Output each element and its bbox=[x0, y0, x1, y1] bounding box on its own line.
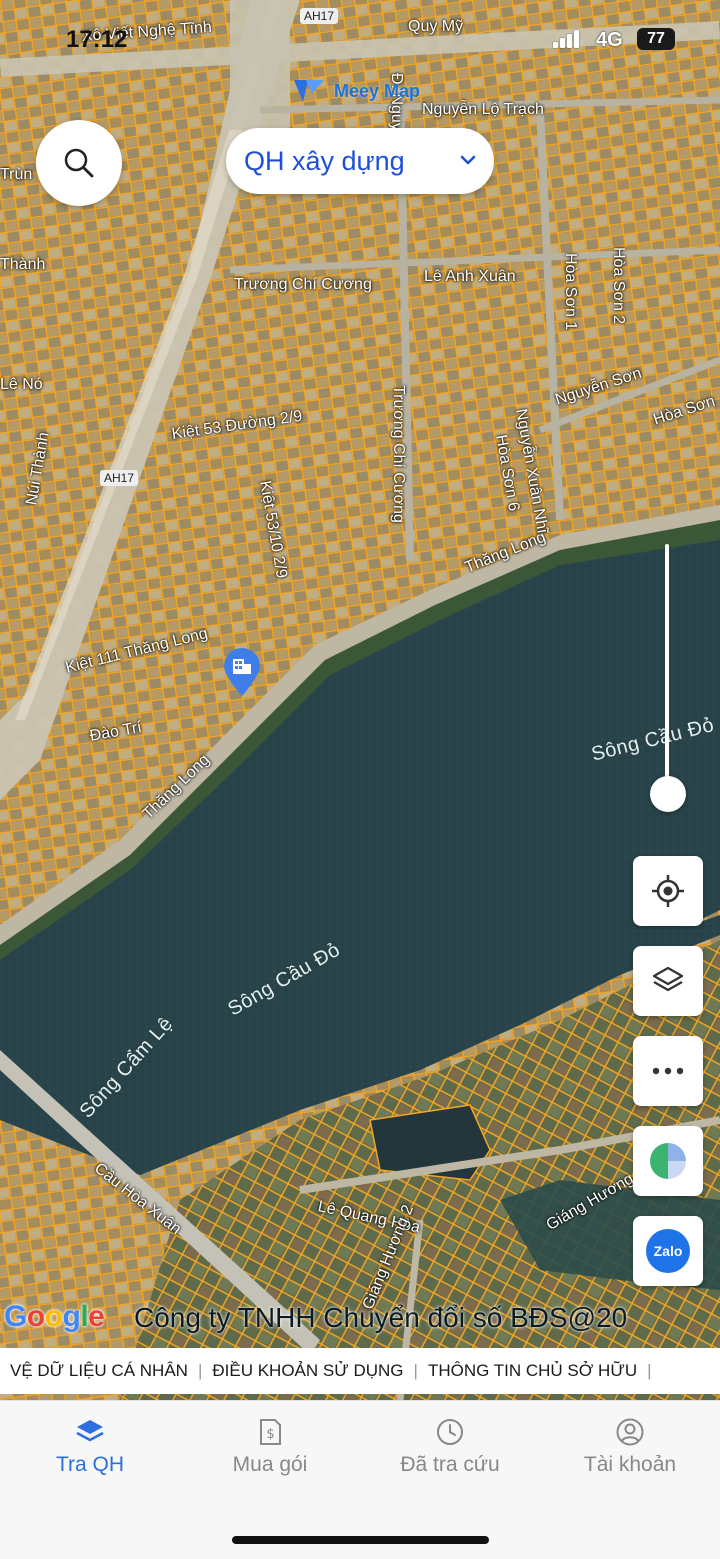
street-label: Nguyễn Lộ Trạch bbox=[422, 101, 544, 118]
more-button[interactable] bbox=[633, 1036, 703, 1106]
street-label: Lê Nó bbox=[0, 376, 43, 393]
map-view[interactable]: Quy Mỹ Xô Viết Nghệ Tĩnh AH17 Nguyễn Lộ … bbox=[0, 0, 720, 1400]
chevron-down-icon bbox=[460, 155, 476, 165]
clock-icon bbox=[437, 1419, 463, 1445]
signal-icon bbox=[553, 30, 579, 48]
tab-label: Tài khoản bbox=[583, 1453, 677, 1476]
street-label: Hòa Sơn 1 bbox=[562, 253, 579, 331]
layers-button[interactable] bbox=[633, 946, 703, 1016]
terms-link[interactable]: ĐIỀU KHOẢN SỬ DỤNG bbox=[202, 1361, 413, 1381]
tab-label: Đã tra cứu bbox=[400, 1453, 500, 1476]
google-letter: G bbox=[4, 1300, 27, 1333]
building-pin-icon[interactable] bbox=[222, 648, 262, 698]
zoom-slider-handle[interactable] bbox=[650, 776, 686, 812]
street-label: Trương Chí Cương bbox=[234, 276, 372, 293]
pie-chart-icon bbox=[650, 1143, 686, 1179]
brand-logo: Meey Map bbox=[292, 74, 420, 108]
svg-text:$: $ bbox=[266, 1427, 274, 1442]
legal-links-bar: VỆ DỮ LIỆU CÁ NHÂN | ĐIỀU KHOẢN SỬ DỤNG … bbox=[0, 1348, 720, 1394]
plan-type-label: QH xây dựng bbox=[244, 145, 405, 176]
invoice-icon: $ bbox=[260, 1419, 281, 1445]
more-icon bbox=[652, 1067, 684, 1075]
zalo-icon: Zalo bbox=[646, 1229, 690, 1273]
brand-name: Meey Map bbox=[334, 80, 421, 101]
meey-logo-icon bbox=[294, 80, 324, 102]
layers-icon bbox=[76, 1420, 104, 1442]
street-label: Trương Chí Cương bbox=[390, 385, 407, 523]
zoom-slider-track[interactable] bbox=[665, 544, 669, 794]
street-label: Hòa Sơn 2 bbox=[610, 247, 627, 325]
street-label: Lê Anh Xuân bbox=[424, 268, 516, 285]
owner-info-link[interactable]: THÔNG TIN CHỦ SỞ HỮU bbox=[418, 1361, 647, 1381]
google-letter: o bbox=[26, 1300, 45, 1333]
google-letter: e bbox=[88, 1300, 105, 1333]
statistics-button[interactable] bbox=[633, 1126, 703, 1196]
tab-tai-khoan[interactable]: Tài khoản bbox=[540, 1417, 720, 1497]
highway-shield: AH17 bbox=[100, 470, 139, 486]
status-time: 17:12 bbox=[66, 26, 128, 53]
privacy-link[interactable]: VỆ DỮ LIỆU CÁ NHÂN bbox=[0, 1361, 198, 1381]
zalo-label: Zalo bbox=[653, 1243, 683, 1259]
home-indicator[interactable] bbox=[232, 1536, 489, 1544]
street-label: Quy Mỹ bbox=[408, 18, 464, 35]
copyright-text: Công ty TNHH Chuyển đổi số BĐS@20 bbox=[134, 1302, 628, 1333]
street-label: Thành bbox=[0, 256, 46, 273]
google-letter: g bbox=[62, 1300, 81, 1333]
battery-level: 77 bbox=[647, 30, 665, 47]
google-letter: o bbox=[44, 1300, 63, 1333]
layers-icon bbox=[652, 966, 684, 992]
plan-type-dropdown[interactable]: QH xây dựng bbox=[226, 128, 494, 194]
divider: | bbox=[647, 1361, 652, 1380]
tab-label: Tra QH bbox=[55, 1453, 125, 1476]
tab-da-tra-cuu[interactable]: Đã tra cứu bbox=[360, 1417, 540, 1497]
zalo-button[interactable]: Zalo bbox=[633, 1216, 703, 1286]
user-icon bbox=[616, 1418, 644, 1446]
street-label: Trùn bbox=[0, 166, 33, 183]
search-button[interactable] bbox=[36, 120, 122, 206]
highway-shield: AH17 bbox=[300, 8, 339, 24]
google-letter: l bbox=[80, 1300, 89, 1333]
tab-label: Mua gói bbox=[232, 1453, 308, 1476]
locate-button[interactable] bbox=[633, 856, 703, 926]
crosshair-icon bbox=[652, 875, 684, 907]
google-logo: Google bbox=[4, 1300, 105, 1334]
tab-tra-qh[interactable]: Tra QH bbox=[0, 1417, 180, 1497]
search-icon bbox=[64, 148, 94, 178]
tab-mua-goi[interactable]: $ Mua gói bbox=[180, 1417, 360, 1497]
battery-icon: 77 bbox=[637, 28, 675, 50]
network-type: 4G bbox=[596, 29, 623, 51]
